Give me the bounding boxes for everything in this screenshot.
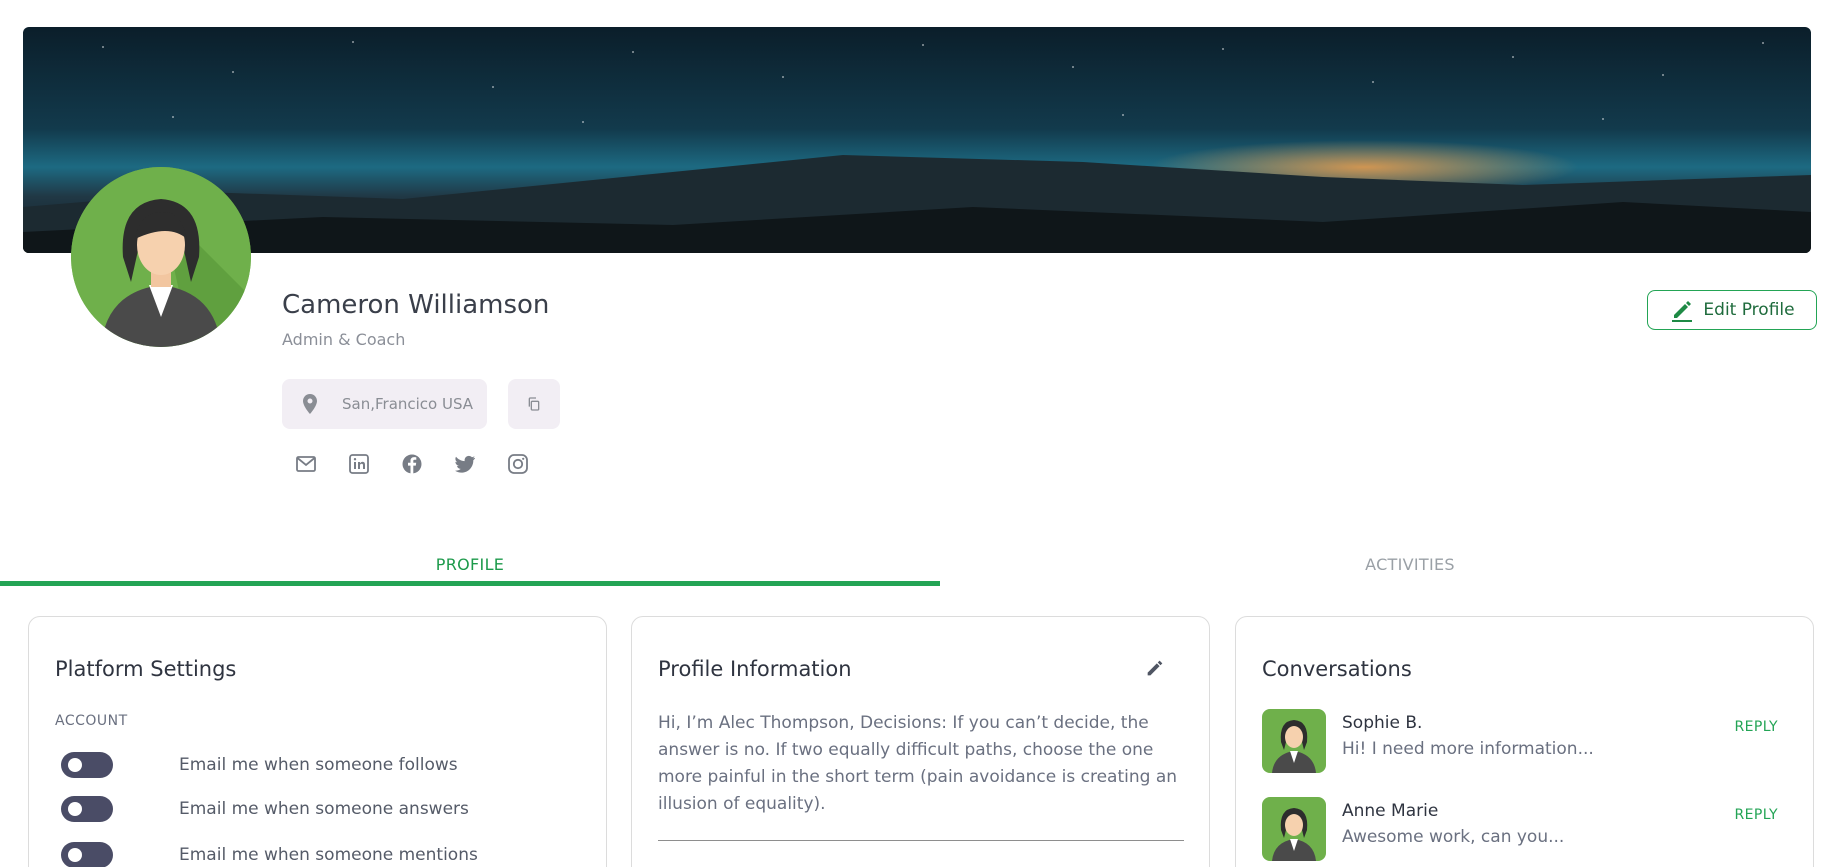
follows-toggle[interactable] (61, 752, 113, 778)
conversation-avatar (1262, 709, 1326, 773)
pencil-icon (1672, 301, 1693, 322)
conversation-item: Sophie B. Hi! I need more information...… (1262, 709, 1782, 773)
conversation-avatar (1262, 797, 1326, 861)
reply-button[interactable]: REPLY (1734, 719, 1778, 735)
setting-row-follows: Email me when someone follows (61, 751, 458, 779)
mentions-toggle[interactable] (61, 842, 113, 867)
mail-icon[interactable] (294, 452, 318, 476)
tab-activities[interactable]: ACTIVITIES (940, 540, 1842, 588)
conversations-title: Conversations (1262, 657, 1412, 681)
user-avatar-illustration (71, 167, 251, 347)
location-chip: San,Francico USA (282, 379, 487, 429)
edit-pencil-icon[interactable] (1144, 657, 1166, 679)
copy-location-button[interactable] (508, 379, 560, 429)
conversation-name: Sophie B. (1342, 713, 1423, 733)
twitter-icon[interactable] (453, 452, 477, 476)
conversations-card: Conversations Sophie B. Hi! I need more … (1235, 616, 1814, 867)
profile-role: Admin & Coach (282, 330, 406, 349)
setting-row-answers: Email me when someone answers (61, 795, 469, 823)
account-section-label: ACCOUNT (55, 713, 128, 729)
user-avatar-thumb (1262, 797, 1326, 861)
active-tab-indicator (0, 581, 940, 586)
conversation-item: Anne Marie Awesome work, can you... REPL… (1262, 797, 1782, 861)
platform-settings-card: Platform Settings ACCOUNT Email me when … (28, 616, 607, 867)
facebook-icon[interactable] (400, 452, 424, 476)
profile-bio: Hi, I’m Alec Thompson, Decisions: If you… (658, 713, 1178, 814)
profile-information-title: Profile Information (658, 657, 852, 681)
instagram-icon[interactable] (506, 452, 530, 476)
profile-name: Cameron Williamson (282, 290, 550, 320)
conversation-name: Anne Marie (1342, 801, 1439, 821)
profile-information-card: Profile Information Hi, I’m Alec Thompso… (631, 616, 1210, 867)
mentions-setting-label: Email me when someone mentions (179, 845, 478, 865)
follows-setting-label: Email me when someone follows (179, 755, 458, 775)
profile-avatar (71, 167, 251, 347)
reply-button[interactable]: REPLY (1734, 807, 1778, 823)
answers-setting-label: Email me when someone answers (179, 799, 469, 819)
copy-icon (528, 397, 540, 411)
user-avatar-thumb (1262, 709, 1326, 773)
conversation-message: Awesome work, can you... (1342, 827, 1565, 847)
edit-profile-button[interactable]: Edit Profile (1647, 290, 1817, 330)
linkedin-icon[interactable] (347, 452, 371, 476)
answers-toggle[interactable] (61, 796, 113, 822)
divider (658, 840, 1184, 841)
location-pin-icon (303, 394, 317, 414)
edit-profile-label: Edit Profile (1703, 300, 1795, 320)
location-text: San,Francico USA (342, 395, 474, 413)
social-links (294, 452, 530, 476)
cover-banner (23, 27, 1811, 253)
platform-settings-title: Platform Settings (55, 657, 237, 681)
setting-row-mentions: Email me when someone mentions (61, 841, 478, 867)
night-sky-landscape-image (23, 27, 1811, 253)
conversation-message: Hi! I need more information... (1342, 739, 1594, 759)
